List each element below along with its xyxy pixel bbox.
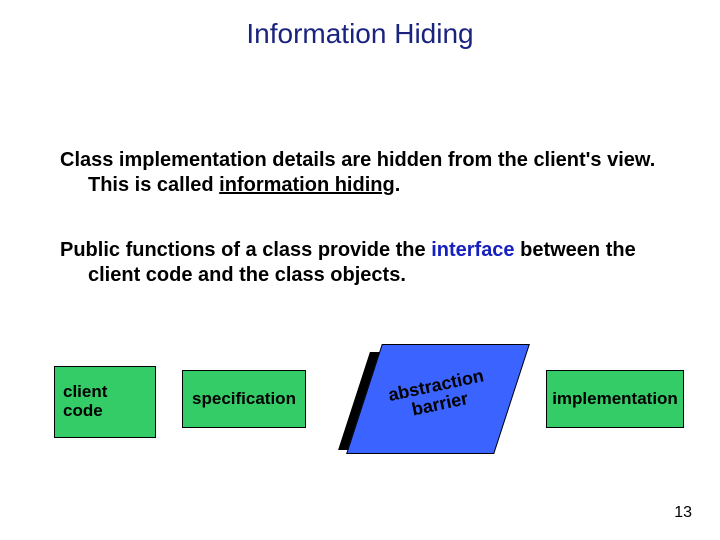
paragraph-2: Public functions of a class provide the …	[60, 238, 680, 288]
diagram: clientcode specification abstractionbarr…	[54, 348, 674, 468]
box-specification: specification	[182, 370, 306, 428]
para1-text-c: .	[395, 174, 401, 196]
para2-text-a: Public functions of a class provide the	[60, 239, 431, 261]
para2-term: interface	[431, 239, 514, 261]
box-client-label: clientcode	[63, 383, 107, 420]
box-spec-label: specification	[192, 390, 296, 409]
box-implementation: implementation	[546, 370, 684, 428]
paragraph-1: Class implementation details are hidden …	[60, 148, 680, 198]
para1-term: information hiding	[219, 174, 395, 196]
box-impl-label: implementation	[552, 390, 678, 409]
slide-title: Information Hiding	[0, 18, 720, 50]
page-number: 13	[674, 504, 692, 522]
box-client-code: clientcode	[54, 366, 156, 438]
